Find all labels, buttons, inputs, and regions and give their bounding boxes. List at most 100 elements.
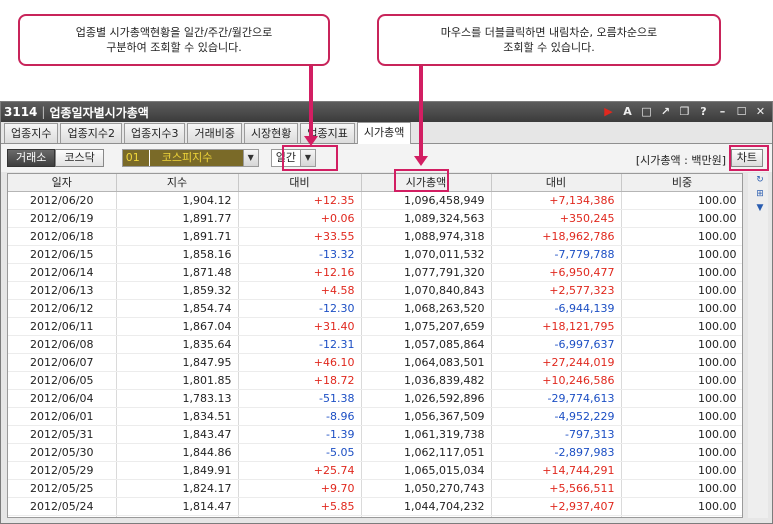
- font-icon[interactable]: A: [618, 104, 637, 120]
- cell-date: 2012/06/01: [8, 407, 117, 426]
- cell-cap-change: +6,950,477: [491, 263, 622, 282]
- cell-date: 2012/06/04: [8, 389, 117, 408]
- cell-date: 2012/06/05: [8, 371, 117, 390]
- record-icon[interactable]: ▶: [599, 104, 618, 120]
- cell-date: 2012/06/07: [8, 353, 117, 372]
- cell-weight: 100.00: [621, 371, 742, 390]
- table-row[interactable]: 2012/06/08 1,835.64 -12.31 1,057,085,864 -6,…: [8, 335, 742, 354]
- table-row[interactable]: 2012/06/04 1,783.13 -51.38 1,026,592,896 -29…: [8, 389, 742, 408]
- cell-market-cap: 1,050,270,743: [361, 479, 492, 498]
- table-row[interactable]: 2012/06/01 1,834.51 -8.96 1,056,367,509 -4,9…: [8, 407, 742, 426]
- cell-index: 1,854.74: [116, 299, 239, 318]
- cell-weight: 100.00: [621, 479, 742, 498]
- col-index-change[interactable]: 대비: [238, 174, 362, 192]
- cell-cap-change: +27,244,019: [491, 353, 622, 372]
- cell-market-cap: 1,026,592,896: [361, 389, 492, 408]
- cell-date: 2012/06/08: [8, 335, 117, 354]
- tab-sector-index-3[interactable]: 업종지수3: [123, 123, 186, 143]
- cell-index: 1,859.32: [116, 281, 239, 300]
- cell-weight: 100.00: [621, 191, 742, 210]
- table-body: 2012/06/20 1,904.12 +12.35 1,096,458,949 +7,…: [8, 191, 742, 517]
- cell-weight: 100.00: [621, 299, 742, 318]
- cell-date: 2012/05/24: [8, 497, 117, 516]
- maximize-icon[interactable]: ☐: [732, 104, 751, 120]
- table-row[interactable]: 2012/05/231,808.62-20.071,041,766,825-11…: [8, 515, 742, 517]
- refresh-icon[interactable]: ↻: [753, 174, 767, 186]
- export-icon[interactable]: ⊞: [753, 188, 767, 200]
- cell-index: 1,871.48: [116, 263, 239, 282]
- cell-index-change: +46.10: [238, 353, 362, 372]
- table-row[interactable]: 2012/06/14 1,871.48 +12.16 1,077,791,320 +6,…: [8, 263, 742, 282]
- cell-market-cap: 1,057,085,864: [361, 335, 492, 354]
- cell-market-cap: 1,044,704,232: [361, 497, 492, 516]
- cell-date: 2012/05/25: [8, 479, 117, 498]
- settings-icon[interactable]: ▼: [753, 202, 767, 214]
- cell-index: 1,858.16: [116, 245, 239, 264]
- cell-market-cap: 1,096,458,949: [361, 191, 492, 210]
- table-row[interactable]: 2012/05/25 1,824.17 +9.70 1,050,270,743 +5,5…: [8, 479, 742, 498]
- table-row[interactable]: 2012/06/20 1,904.12 +12.35 1,096,458,949 +7,…: [8, 191, 742, 210]
- tab-sector-index[interactable]: 업종지수: [4, 123, 59, 143]
- col-date[interactable]: 일자: [8, 174, 117, 192]
- cell-weight: 100.00: [621, 245, 742, 264]
- table-row[interactable]: 2012/06/05 1,801.85 +18.72 1,036,839,482 +10…: [8, 371, 742, 390]
- kosdaq-button[interactable]: 코스닥: [55, 149, 104, 167]
- frame-icon[interactable]: □: [637, 104, 656, 120]
- cell-date: 2012/05/31: [8, 425, 117, 444]
- title-icons: ▶ A □ ↗ ❐ ? – ☐ ✕: [599, 104, 770, 120]
- cell-date: 2012/06/20: [8, 191, 117, 210]
- table-row[interactable]: 2012/06/19 1,891.77 +0.06 1,089,324,563 +350…: [8, 209, 742, 228]
- chevron-down-icon[interactable]: ▼: [242, 150, 258, 166]
- title-separator: |: [41, 105, 46, 119]
- cell-index-change: +12.35: [238, 191, 362, 210]
- table-row[interactable]: 2012/06/15 1,858.16 -13.32 1,070,011,532 -7,…: [8, 245, 742, 264]
- cell-index-change: +9.70: [238, 479, 362, 498]
- kospi-button[interactable]: 거래소: [7, 149, 56, 167]
- tab-sector-index-2[interactable]: 업종지수2: [60, 123, 122, 143]
- side-tools: ↻ ⊞ ▼: [752, 174, 768, 214]
- callout-arrow-left: [309, 66, 313, 138]
- tab-market-cap[interactable]: 시가총액: [356, 122, 412, 144]
- cell-cap-change: -6,997,637: [491, 335, 622, 354]
- cell-index-change: -20.07: [238, 515, 362, 517]
- cell-cap-change: -11,514,240: [491, 515, 622, 517]
- cell-index-change: -1.39: [238, 425, 362, 444]
- table-row[interactable]: 2012/05/31 1,843.47 -1.39 1,061,319,738 -797…: [8, 425, 742, 444]
- cell-cap-change: +350,245: [491, 209, 622, 228]
- close-icon[interactable]: ✕: [751, 104, 770, 120]
- cell-cap-change: +7,134,386: [491, 191, 622, 210]
- tab-market-status[interactable]: 시장현황: [243, 123, 299, 143]
- tab-trade-ratio[interactable]: 거래비중: [187, 123, 242, 143]
- cell-index-change: +5.85: [238, 497, 362, 516]
- table-row[interactable]: 2012/06/18 1,891.71 +33.55 1,088,974,318 +18…: [8, 227, 742, 246]
- pin-icon[interactable]: ↗: [656, 104, 675, 120]
- callout-sort-info: 마우스를 더블클릭하면 내림차순, 오름차순으로 조회할 수 있습니다.: [377, 14, 721, 66]
- app-window: 3114 | 업종일자별시가총액 ▶ A □ ↗ ❐ ? – ☐ ✕ 업종지수 …: [0, 101, 773, 524]
- table-row[interactable]: 2012/06/07 1,847.95 +46.10 1,064,083,501 +27…: [8, 353, 742, 372]
- cell-market-cap: 1,070,011,532: [361, 245, 492, 264]
- table-row[interactable]: 2012/06/13 1,859.32 +4.58 1,070,840,843 +2,5…: [8, 281, 742, 300]
- sector-select[interactable]: 01 코스피지수 ▼: [121, 149, 259, 167]
- help-icon[interactable]: ?: [694, 104, 713, 120]
- col-cap-change[interactable]: 대비: [491, 174, 622, 192]
- table-row[interactable]: 2012/05/24 1,814.47 +5.85 1,044,704,232 +2,9…: [8, 497, 742, 516]
- table-row[interactable]: 2012/05/30 1,844.86 -5.05 1,062,117,051 -2,8…: [8, 443, 742, 462]
- restore-window-icon[interactable]: ❐: [675, 104, 694, 120]
- cell-index: 1,844.86: [116, 443, 239, 462]
- table-row[interactable]: 2012/06/11 1,867.04 +31.40 1,075,207,659 +18…: [8, 317, 742, 336]
- minimize-icon[interactable]: –: [713, 104, 732, 120]
- col-index[interactable]: 지수: [116, 174, 239, 192]
- cell-weight: 100.00: [621, 353, 742, 372]
- cell-index-change: -5.05: [238, 443, 362, 462]
- cell-date: 2012/06/12: [8, 299, 117, 318]
- table-row[interactable]: 2012/05/29 1,849.91 +25.74 1,065,015,034 +14…: [8, 461, 742, 480]
- cell-index: 1,834.51: [116, 407, 239, 426]
- callout-left-line1: 업종별 시가총액현황을 일간/주간/월간으로: [75, 26, 273, 39]
- cell-index-change: +18.72: [238, 371, 362, 390]
- cell-cap-change: +10,246,586: [491, 371, 622, 390]
- table-row[interactable]: 2012/06/12 1,854.74 -12.30 1,068,263,520 -6,…: [8, 299, 742, 318]
- cell-index-change: -12.30: [238, 299, 362, 318]
- cell-index-change: +33.55: [238, 227, 362, 246]
- col-weight[interactable]: 비중: [621, 174, 742, 192]
- cell-weight: 100.00: [621, 407, 742, 426]
